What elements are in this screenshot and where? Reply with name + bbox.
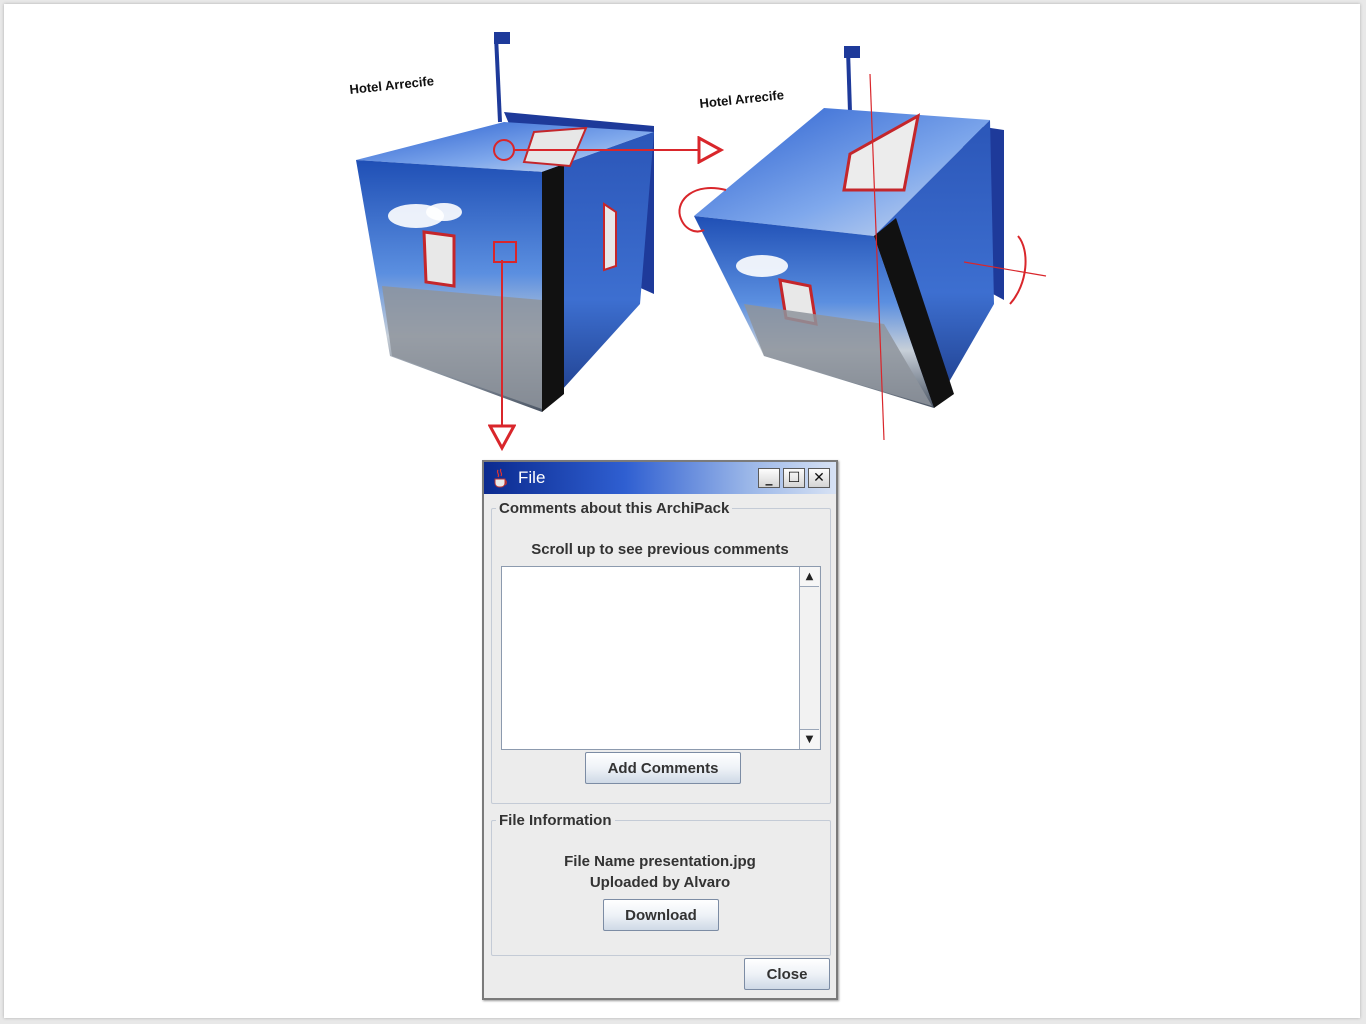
scroll-down-icon[interactable]: ▼	[800, 729, 819, 749]
file-name-text: File Name presentation.jpg	[564, 853, 756, 870]
flag	[494, 32, 510, 44]
page: Hotel Arrecife Hotel Arrecife File _ ☐ ✕…	[4, 4, 1360, 1018]
flag-pole	[494, 35, 502, 123]
close-button[interactable]: Close	[744, 958, 830, 990]
minimize-icon[interactable]: _	[758, 468, 780, 488]
maximize-icon[interactable]: ☐	[783, 468, 805, 488]
close-icon[interactable]: ✕	[808, 468, 830, 488]
download-button[interactable]: Download	[603, 899, 719, 931]
cube-right: Hotel Arrecife	[678, 46, 1047, 441]
flag-pole	[846, 49, 852, 113]
uploaded-by-text: Uploaded by Alvaro	[589, 874, 731, 891]
file-dialog: File _ ☐ ✕ Comments about this ArchiPack…	[482, 460, 838, 1000]
flag	[844, 46, 860, 58]
comments-textarea[interactable]: ▲ ▼	[501, 566, 821, 750]
comments-hint: Scroll up to see previous comments	[531, 541, 789, 558]
title-bar[interactable]: File _ ☐ ✕	[484, 462, 836, 494]
cube-scene: Hotel Arrecife Hotel Arrecife	[349, 32, 1047, 454]
comments-group-legend: Comments about this ArchiPack	[499, 500, 730, 517]
cube-left-label: Hotel Arrecife	[349, 73, 435, 97]
add-comments-button[interactable]: Add Comments	[585, 752, 741, 784]
file-information-legend: File Information	[499, 812, 612, 829]
java-cup-icon	[494, 468, 507, 488]
scroll-up-icon[interactable]: ▲	[800, 567, 819, 587]
cube-right-label: Hotel Arrecife	[699, 87, 785, 111]
vertical-scrollbar[interactable]: ▲ ▼	[799, 567, 820, 749]
dialog-title: File	[518, 468, 546, 487]
